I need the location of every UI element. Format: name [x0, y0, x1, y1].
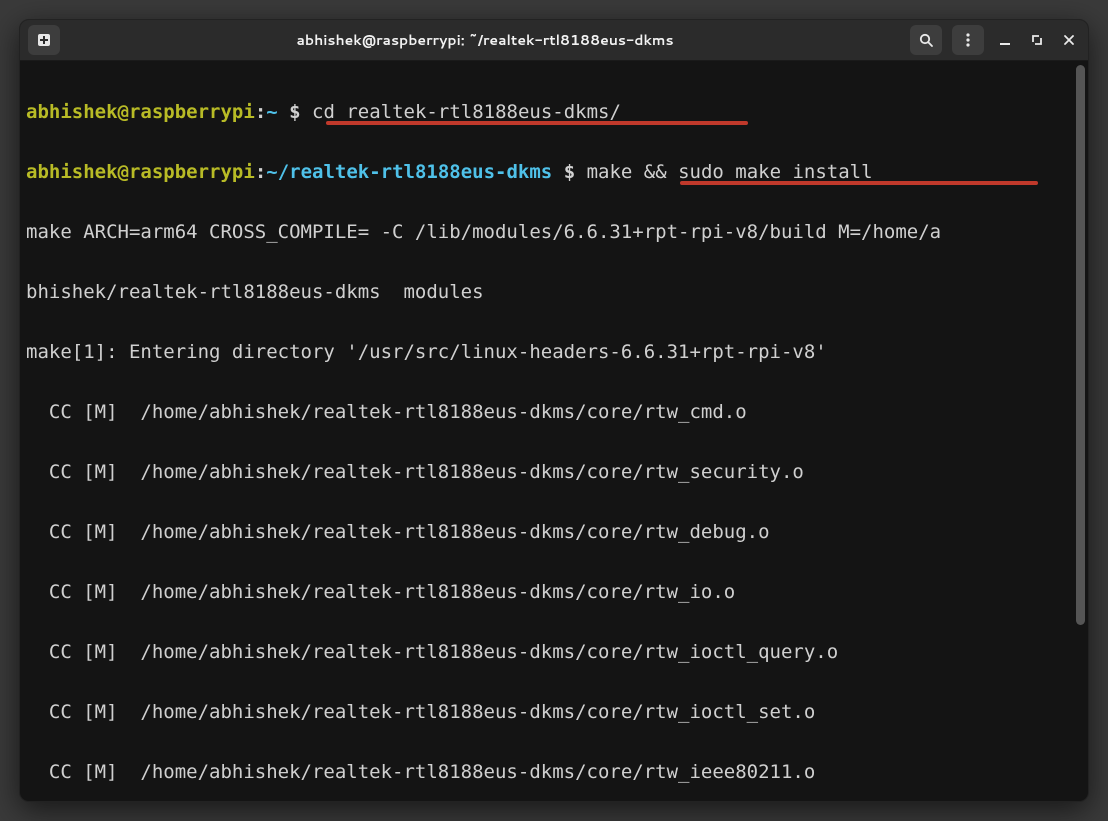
prompt-path: ~/realtek-rtl8188eus-dkms	[266, 161, 552, 183]
menu-button[interactable]	[952, 25, 984, 55]
terminal-viewport[interactable]: abhishek@raspberrypi:~ $ cd realtek-rtl8…	[20, 61, 1088, 801]
prompt-line-2: abhishek@raspberrypi:~/realtek-rtl8188eu…	[26, 157, 1088, 187]
prompt-path: ~	[266, 101, 277, 123]
terminal-window: abhishek@raspberrypi: ~/realtek-rtl8188e…	[19, 19, 1089, 802]
titlebar-right	[910, 25, 1080, 55]
search-icon	[918, 32, 934, 48]
prompt-host: raspberrypi	[129, 161, 255, 183]
prompt-user: abhishek	[26, 161, 118, 183]
prompt-user: abhishek	[26, 101, 118, 123]
compile-line: CC [M] /home/abhishek/realtek-rtl8188eus…	[26, 397, 1088, 427]
maximize-button[interactable]	[1026, 29, 1048, 51]
compile-line: CC [M] /home/abhishek/realtek-rtl8188eus…	[26, 517, 1088, 547]
minimize-button[interactable]	[994, 29, 1016, 51]
terminal-content[interactable]: abhishek@raspberrypi:~ $ cd realtek-rtl8…	[20, 61, 1088, 801]
window-title: abhishek@raspberrypi: ~/realtek-rtl8188e…	[68, 30, 902, 50]
highlight-underline-1	[326, 121, 748, 125]
compile-line: CC [M] /home/abhishek/realtek-rtl8188eus…	[26, 697, 1088, 727]
highlight-underline-2	[680, 181, 1038, 185]
compile-line: CC [M] /home/abhishek/realtek-rtl8188eus…	[26, 757, 1088, 787]
output-line: make[1]: Entering directory '/usr/src/li…	[26, 337, 1088, 367]
command-1: cd realtek-rtl8188eus-dkms/	[312, 101, 621, 123]
compile-line: CC [M] /home/abhishek/realtek-rtl8188eus…	[26, 457, 1088, 487]
command-2: make && sudo make install	[587, 161, 873, 183]
output-line: bhishek/realtek-rtl8188eus-dkms modules	[26, 277, 1088, 307]
close-icon	[1062, 33, 1076, 47]
titlebar: abhishek@raspberrypi: ~/realtek-rtl8188e…	[20, 20, 1088, 61]
close-button[interactable]	[1058, 29, 1080, 51]
prompt-host: raspberrypi	[129, 101, 255, 123]
new-tab-button[interactable]	[28, 25, 60, 55]
maximize-icon	[1030, 33, 1044, 47]
output-line: make ARCH=arm64 CROSS_COMPILE= -C /lib/m…	[26, 217, 1088, 247]
titlebar-left	[28, 25, 60, 55]
search-button[interactable]	[910, 25, 942, 55]
prompt-line-1: abhishek@raspberrypi:~ $ cd realtek-rtl8…	[26, 97, 1088, 127]
compile-line: CC [M] /home/abhishek/realtek-rtl8188eus…	[26, 577, 1088, 607]
compile-line: CC [M] /home/abhishek/realtek-rtl8188eus…	[26, 637, 1088, 667]
minimize-icon	[998, 33, 1012, 47]
kebab-menu-icon	[960, 32, 976, 48]
